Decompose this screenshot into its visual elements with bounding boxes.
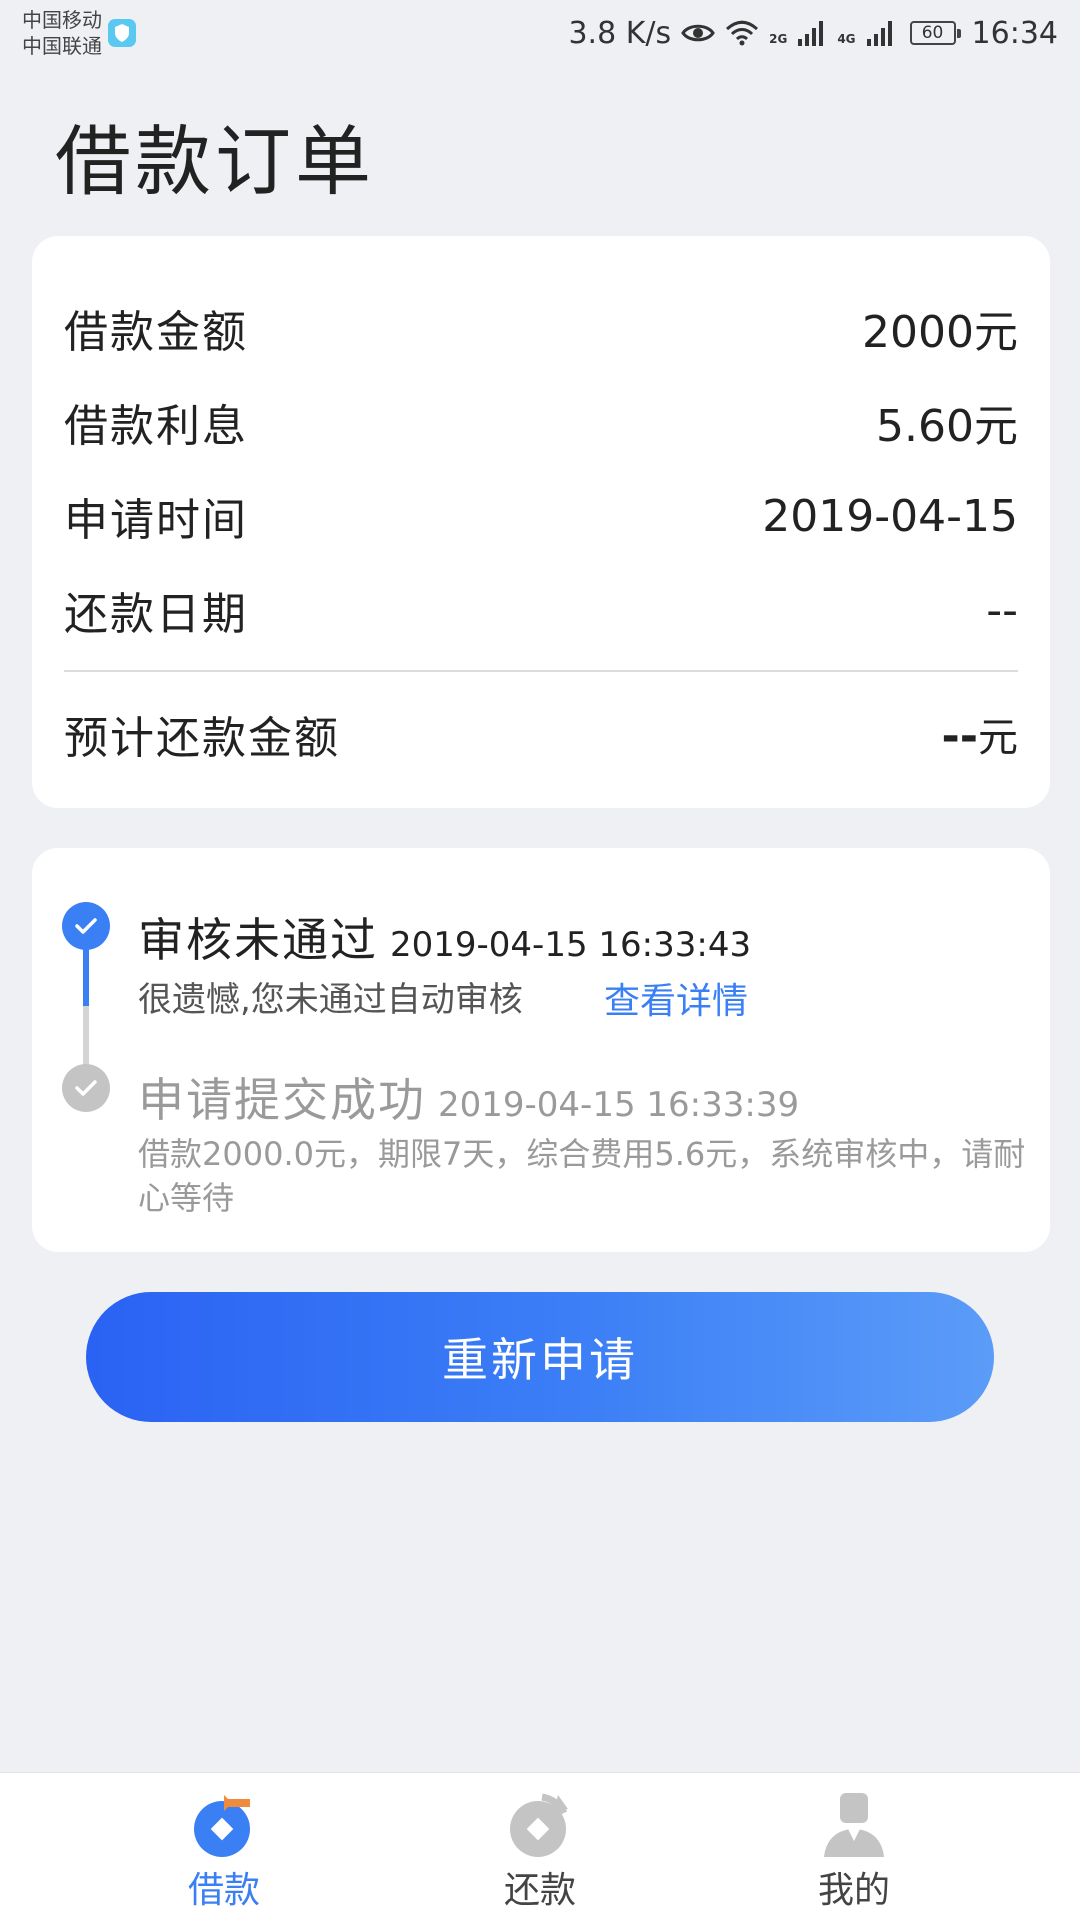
apply-time-value: 2019-04-15 <box>762 490 1018 542</box>
loan-interest-label: 借款利息 <box>64 401 248 452</box>
loan-amount-label: 借款金额 <box>64 307 248 358</box>
bottom-tab-bar: 借款 还款 我的 <box>0 1772 1080 1920</box>
step-description-2: 借款2000.0元，期限7天，综合费用5.6元，系统审核中，请耐心等待 <box>138 1135 1026 1217</box>
expected-total-label: 预计还款金额 <box>64 713 340 764</box>
repay-date-label: 还款日期 <box>64 589 248 640</box>
eye-icon <box>681 24 715 42</box>
clock: 16:34 <box>971 15 1058 51</box>
tab-repay[interactable]: 还款 <box>440 1773 640 1920</box>
tab-label-3: 我的 <box>817 1870 890 1911</box>
check-icon <box>62 902 110 950</box>
timeline-step-submitted: 申请提交成功 2019-04-15 16:33:39 <box>138 1064 799 1130</box>
step-title-2: 申请提交成功 <box>138 1073 426 1127</box>
tab-label: 借款 <box>187 1870 260 1911</box>
status-indicators: 3.8 K/s 2G 4G 60 16:34 <box>568 16 1058 51</box>
loan-interest-row: 借款利息 5.60元 <box>64 390 1018 454</box>
repay-icon <box>510 1793 568 1857</box>
loan-amount-value: 2000元 <box>862 307 1018 358</box>
step-time-2: 2019-04-15 16:33:39 <box>438 1085 800 1125</box>
view-details-link[interactable]: 查看详情 <box>604 972 748 1024</box>
carrier-names: 中国移动 中国联通 <box>22 7 102 59</box>
loan-order-page: 中国移动 中国联通 3.8 K/s 2G 4G 60 16:34 借款订单 借款… <box>0 0 1080 1920</box>
signal-icon-2 <box>866 21 892 46</box>
battery-icon: 60 <box>909 21 961 45</box>
reapply-button[interactable]: 重新申请 <box>86 1292 994 1422</box>
profile-icon <box>824 1793 884 1857</box>
network-speed: 3.8 K/s <box>568 15 672 51</box>
timeline-step-rejected: 审核未通过 2019-04-15 16:33:43 <box>138 904 751 970</box>
repay-date-value: -- <box>986 584 1018 636</box>
review-timeline-card: 审核未通过 2019-04-15 16:33:43 很遗憾,您未通过自动审核 查看… <box>32 848 1050 1252</box>
network-type-2: 4G <box>837 31 856 46</box>
shield-icon <box>108 19 136 47</box>
expected-total-value: --元 <box>941 705 1018 763</box>
expected-total-unit: 元 <box>978 715 1018 761</box>
step-description: 很遗憾,您未通过自动审核 <box>138 980 523 1020</box>
timeline-line-active <box>83 948 89 1006</box>
signal-icon <box>798 21 824 46</box>
tab-label-2: 还款 <box>503 1870 576 1911</box>
apply-time-label: 申请时间 <box>64 495 248 546</box>
expected-total-amount: -- <box>941 711 978 762</box>
repay-date-row: 还款日期 -- <box>64 578 1018 642</box>
loan-summary-card: 借款金额 2000元 借款利息 5.60元 申请时间 2019-04-15 还款… <box>32 236 1050 808</box>
loan-interest-value: 5.60元 <box>876 401 1018 452</box>
expected-total-row: 预计还款金额 --元 <box>64 702 1018 766</box>
step-time: 2019-04-15 16:33:43 <box>390 925 752 965</box>
divider <box>64 670 1018 672</box>
apply-time-row: 申请时间 2019-04-15 <box>64 484 1018 548</box>
loan-icon <box>194 1795 250 1857</box>
wifi-icon <box>726 20 759 46</box>
carrier-1: 中国移动 <box>22 8 102 32</box>
page-title: 借款订单 <box>55 117 375 206</box>
step-title: 审核未通过 <box>138 913 378 967</box>
loan-amount-row: 借款金额 2000元 <box>64 296 1018 360</box>
tab-loan[interactable]: 借款 <box>124 1773 324 1920</box>
tab-profile[interactable]: 我的 <box>754 1773 954 1920</box>
carrier-info: 中国移动 中国联通 <box>22 7 136 59</box>
check-icon-done <box>62 1064 110 1112</box>
network-type-1: 2G <box>769 31 788 46</box>
timeline-line <box>83 1006 89 1066</box>
carrier-2: 中国联通 <box>22 34 102 58</box>
status-bar: 中国移动 中国联通 3.8 K/s 2G 4G 60 16:34 <box>0 0 1080 66</box>
